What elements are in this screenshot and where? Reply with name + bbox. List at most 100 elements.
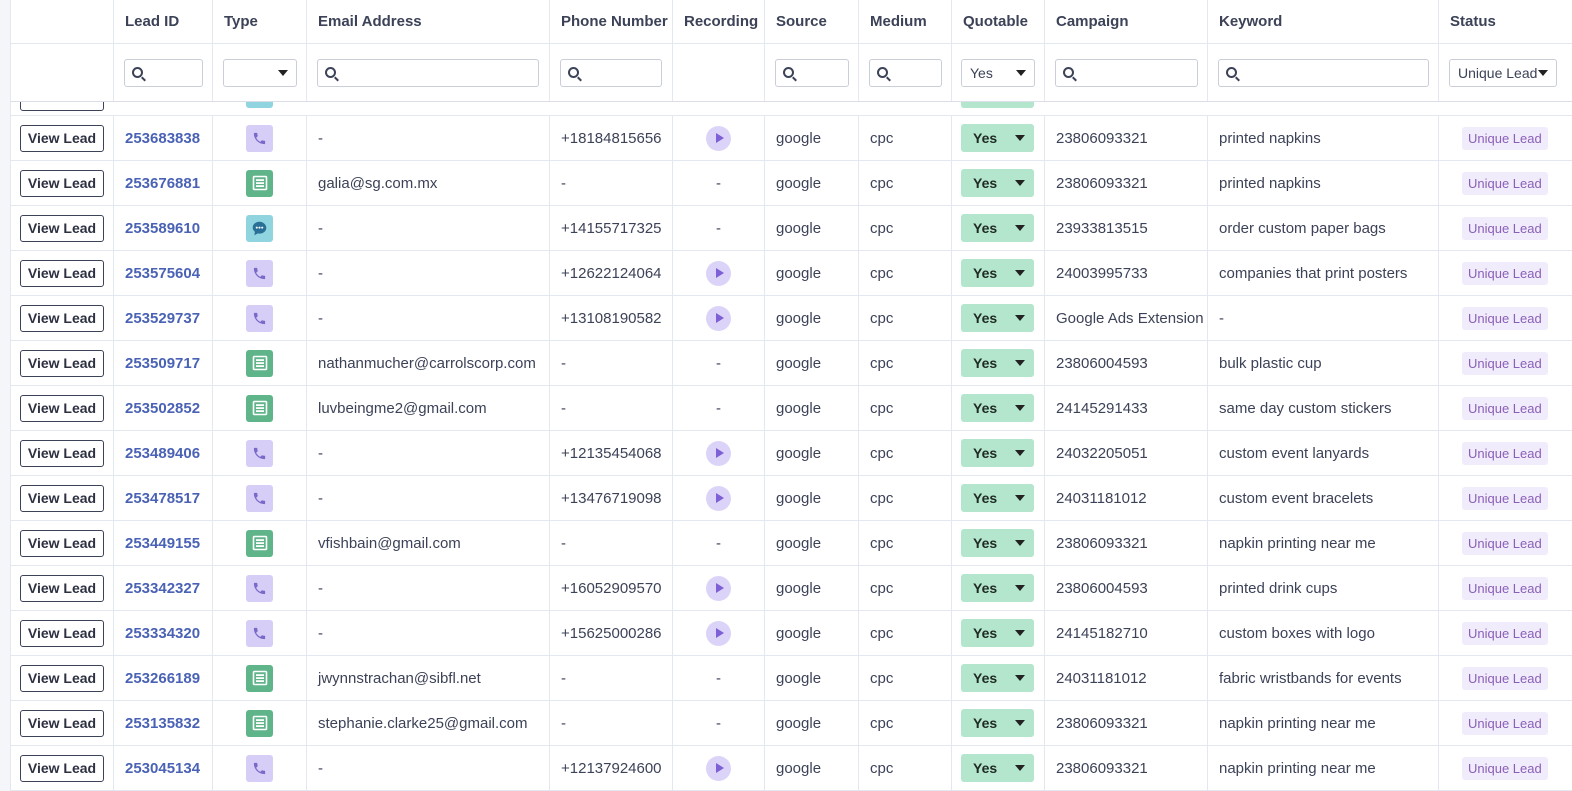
quotable-select[interactable]: Yes: [961, 394, 1034, 422]
quotable-select[interactable]: Yes: [961, 169, 1034, 197]
view-lead-button[interactable]: View Lead: [20, 619, 104, 647]
header-email[interactable]: Email Address: [307, 0, 550, 43]
lead-id-link[interactable]: 253589610: [125, 220, 200, 237]
view-lead-button[interactable]: View Lead: [20, 304, 104, 332]
campaign-filter-input[interactable]: [1055, 58, 1198, 87]
campaign-value: 24145291433: [1056, 399, 1148, 417]
email-value: -: [318, 129, 323, 147]
lead-id-link[interactable]: 253529737: [125, 310, 200, 327]
header-campaign[interactable]: Campaign: [1045, 0, 1208, 43]
lead-id-link[interactable]: 253478517: [125, 490, 200, 507]
lead-id-link[interactable]: 253683838: [125, 130, 200, 147]
header-medium[interactable]: Medium: [859, 0, 952, 43]
quotable-select[interactable]: Yes: [961, 214, 1034, 242]
lead-id-link[interactable]: 253135832: [125, 715, 200, 732]
lead-id-link[interactable]: 253575604: [125, 265, 200, 282]
view-lead-button[interactable]: View Lead: [20, 169, 104, 197]
table-row: View Lead 253342327 - +16052909570 google cpc…: [11, 566, 1572, 611]
quotable-filter-select[interactable]: Yes: [961, 58, 1035, 87]
source-value: google: [776, 264, 822, 282]
view-lead-button[interactable]: View Lead: [20, 574, 104, 602]
email-filter-input[interactable]: [317, 58, 539, 87]
play-recording-icon[interactable]: [706, 260, 731, 286]
view-lead-button[interactable]: View Lead: [20, 529, 104, 557]
quotable-select[interactable]: Yes: [961, 259, 1034, 287]
play-recording-icon[interactable]: [706, 620, 731, 646]
quotable-select[interactable]: Yes: [961, 619, 1034, 647]
header-keyword[interactable]: Keyword: [1208, 0, 1439, 43]
header-phone[interactable]: Phone Number: [550, 0, 673, 43]
play-recording-icon[interactable]: [706, 755, 731, 781]
header-status[interactable]: Status: [1439, 0, 1572, 43]
phone-filter-input[interactable]: [560, 58, 662, 87]
phone-value: +12622124064: [561, 264, 662, 282]
chevron-down-icon: [1015, 585, 1025, 591]
table-row: View Lead 253334320 - +15625000286 google cpc…: [11, 611, 1572, 656]
lead-id-link[interactable]: 253449155: [125, 535, 200, 552]
header-lead-id[interactable]: Lead ID: [114, 0, 213, 43]
quotable-select[interactable]: Yes: [961, 574, 1034, 602]
play-recording-icon[interactable]: [706, 485, 731, 511]
quotable-select[interactable]: Yes: [961, 439, 1034, 467]
no-recording: -: [716, 354, 721, 372]
keyword-value: printed napkins: [1219, 129, 1321, 147]
view-lead-button[interactable]: View Lead: [20, 214, 104, 242]
chevron-down-icon: [1015, 765, 1025, 771]
quotable-value: Yes: [973, 580, 998, 596]
quotable-select[interactable]: Yes: [961, 529, 1034, 557]
phone-icon: [246, 304, 273, 332]
view-lead-button[interactable]: View Lead: [20, 394, 104, 422]
view-lead-button[interactable]: View Lead: [20, 349, 104, 377]
lead-id-link[interactable]: 253045134: [125, 760, 200, 777]
form-icon: [246, 709, 273, 737]
header-quotable[interactable]: Quotable: [952, 0, 1045, 43]
source-value: google: [776, 399, 822, 417]
email-value: -: [318, 624, 323, 642]
chevron-down-icon: [1015, 225, 1025, 231]
chevron-down-icon: [1015, 630, 1025, 636]
lead-id-link[interactable]: 253489406: [125, 445, 200, 462]
lead-id-link[interactable]: 253676881: [125, 175, 200, 192]
header-recording[interactable]: Recording: [673, 0, 765, 43]
quotable-select[interactable]: Yes: [961, 349, 1034, 377]
lead-id-link[interactable]: 253509717: [125, 355, 200, 372]
view-lead-button[interactable]: View Lead: [20, 709, 104, 737]
view-lead-button[interactable]: View Lead: [20, 754, 104, 782]
view-lead-button[interactable]: View Lead: [20, 484, 104, 512]
quotable-select[interactable]: Yes: [961, 754, 1034, 782]
header-source[interactable]: Source: [765, 0, 859, 43]
status-badge: Unique Lead: [1462, 351, 1548, 375]
chevron-down-icon: [1015, 450, 1025, 456]
quotable-select[interactable]: Yes: [961, 304, 1034, 332]
source-filter-input[interactable]: [775, 58, 849, 87]
lead-id-link[interactable]: 253334320: [125, 625, 200, 642]
status-filter-select[interactable]: Unique Lead: [1449, 58, 1557, 87]
quotable-value: Yes: [973, 535, 998, 551]
phone-icon: [246, 124, 273, 152]
lead-id-link[interactable]: 253502852: [125, 400, 200, 417]
play-recording-icon[interactable]: [706, 440, 731, 466]
medium-filter-input[interactable]: [869, 58, 942, 87]
view-lead-button[interactable]: View Lead: [20, 664, 104, 692]
header-type[interactable]: Type: [213, 0, 307, 43]
lead-id-link[interactable]: 253342327: [125, 580, 200, 597]
status-badge: Unique Lead: [1462, 306, 1548, 330]
quotable-select[interactable]: Yes: [961, 124, 1034, 152]
play-recording-icon[interactable]: [706, 575, 731, 601]
type-filter-select[interactable]: [223, 58, 297, 87]
lead-id-link[interactable]: 253266189: [125, 670, 200, 687]
phone-icon: [246, 754, 273, 782]
view-lead-button[interactable]: View Lead: [20, 124, 104, 152]
campaign-value: 24145182710: [1056, 624, 1148, 642]
table-row: View Lead 253575604 - +12622124064 google cpc…: [11, 251, 1572, 296]
keyword-filter-input[interactable]: [1218, 58, 1429, 87]
view-lead-button[interactable]: View Lead: [20, 259, 104, 287]
quotable-select[interactable]: Yes: [961, 484, 1034, 512]
view-lead-button[interactable]: View Lead: [20, 439, 104, 467]
play-recording-icon[interactable]: [706, 305, 731, 331]
quotable-select[interactable]: Yes: [961, 664, 1034, 692]
play-recording-icon[interactable]: [706, 125, 731, 151]
campaign-value: 24003995733: [1056, 264, 1148, 282]
lead-id-filter-input[interactable]: [124, 58, 203, 87]
quotable-select[interactable]: Yes: [961, 709, 1034, 737]
